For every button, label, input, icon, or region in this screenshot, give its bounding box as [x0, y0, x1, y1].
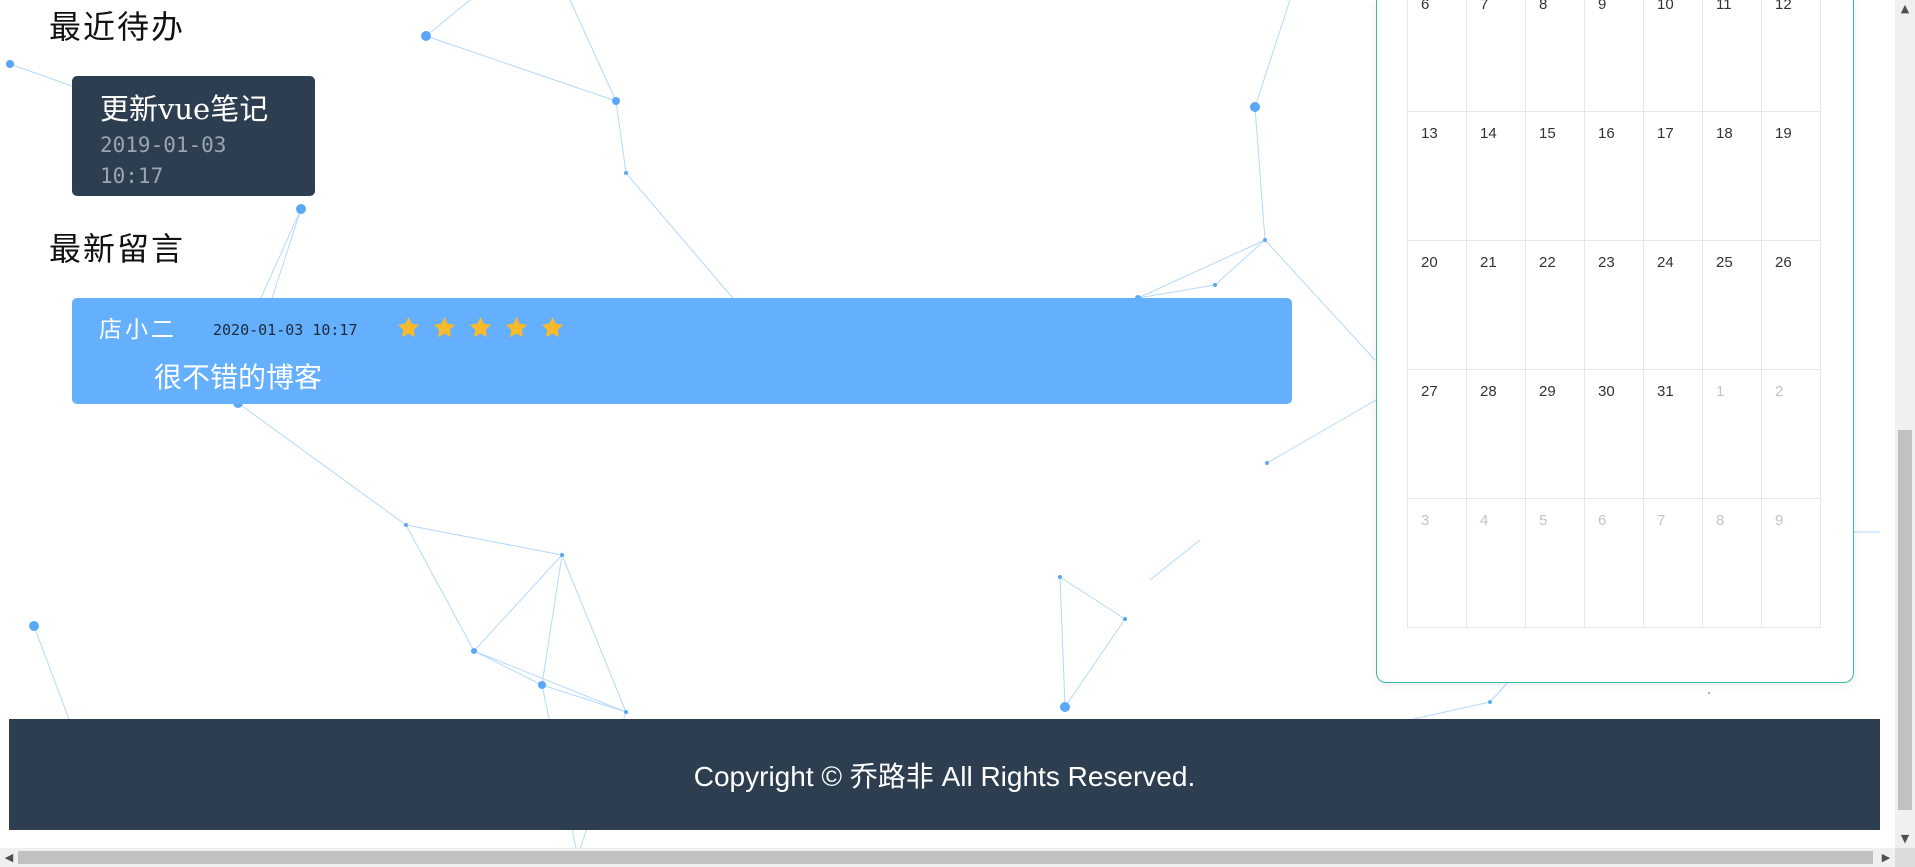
- calendar-day-number: 4: [1480, 512, 1489, 529]
- scroll-right-arrow-icon[interactable]: ▶: [1877, 848, 1895, 867]
- todo-time: 10:17: [100, 164, 164, 188]
- calendar-day-number: 13: [1421, 125, 1438, 142]
- calendar-day-number: 16: [1598, 125, 1615, 142]
- calendar-day-number: 1: [1716, 383, 1725, 400]
- calendar-day-cell[interactable]: 30: [1585, 370, 1644, 499]
- calendar-day-cell[interactable]: 31: [1644, 370, 1703, 499]
- message-content: 很不错的博客: [154, 362, 323, 393]
- calendar-day-cell[interactable]: 7: [1644, 499, 1703, 628]
- star-icon[interactable]: [540, 315, 565, 340]
- star-icon[interactable]: [504, 315, 529, 340]
- calendar-day-cell[interactable]: 18: [1703, 112, 1762, 241]
- calendar-day-number: 8: [1539, 0, 1548, 13]
- calendar-day-number: 30: [1598, 383, 1615, 400]
- calendar-day-cell[interactable]: 6: [1408, 0, 1467, 112]
- calendar-day-number: 17: [1657, 125, 1674, 142]
- scroll-down-arrow-icon[interactable]: ▼: [1895, 830, 1915, 848]
- calendar-day-cell[interactable]: 7: [1467, 0, 1526, 112]
- calendar-day-number: 21: [1480, 254, 1497, 271]
- horizontal-scroll-thumb[interactable]: [18, 851, 1873, 864]
- calendar-day-cell[interactable]: 26: [1762, 241, 1821, 370]
- calendar-day-number: 22: [1539, 254, 1556, 271]
- copyright-text: Copyright © 乔路非 All Rights Reserved.: [693, 760, 1196, 792]
- calendar-day-cell[interactable]: 3: [1408, 499, 1467, 628]
- calendar-day-cell[interactable]: 22: [1526, 241, 1585, 370]
- footer: Copyright © 乔路非 All Rights Reserved.: [9, 719, 1880, 830]
- calendar-day-cell[interactable]: 15: [1526, 112, 1585, 241]
- calendar-day-cell[interactable]: 4: [1467, 499, 1526, 628]
- calendar-day-cell[interactable]: 29: [1526, 370, 1585, 499]
- calendar-day-number: 9: [1598, 0, 1607, 13]
- calendar-day-cell[interactable]: 24: [1644, 241, 1703, 370]
- calendar-day-number: 2: [1775, 383, 1784, 400]
- calendar-day-number: 12: [1775, 0, 1792, 13]
- calendar-day-number: 5: [1539, 512, 1548, 529]
- message-timestamp: 2020-01-03 10:17: [213, 321, 358, 339]
- calendar-day-number: 23: [1598, 254, 1615, 271]
- calendar-grid: 6 7 8 9 10 11 12 13 14 15 16 17 18 19 20 21 22 23 24 25 26 27…: [1407, 0, 1821, 628]
- calendar-day-cell[interactable]: 12: [1762, 0, 1821, 112]
- star-icon[interactable]: [468, 315, 493, 340]
- calendar-day-number: 15: [1539, 125, 1556, 142]
- calendar-day-cell[interactable]: 11: [1703, 0, 1762, 112]
- scrollbar-corner: [1895, 848, 1915, 867]
- todo-title: 更新vue笔记: [100, 92, 269, 126]
- calendar-day-cell[interactable]: 23: [1585, 241, 1644, 370]
- calendar-day-number: 8: [1716, 512, 1725, 529]
- calendar-day-cell[interactable]: 28: [1467, 370, 1526, 499]
- calendar-day-number: 18: [1716, 125, 1733, 142]
- calendar-day-cell[interactable]: 1: [1703, 370, 1762, 499]
- calendar-day-number: 7: [1657, 512, 1666, 529]
- calendar-day-cell[interactable]: 5: [1526, 499, 1585, 628]
- calendar-day-cell[interactable]: 20: [1408, 241, 1467, 370]
- calendar-day-cell[interactable]: 17: [1644, 112, 1703, 241]
- todo-date: 2019-01-03: [100, 133, 227, 157]
- calendar-day-cell[interactable]: 25: [1703, 241, 1762, 370]
- scroll-up-arrow-icon[interactable]: ▲: [1895, 0, 1915, 18]
- calendar-day-cell[interactable]: 19: [1762, 112, 1821, 241]
- star-icon[interactable]: [432, 315, 457, 340]
- calendar-day-cell[interactable]: 2: [1762, 370, 1821, 499]
- vertical-scroll-thumb[interactable]: [1898, 430, 1912, 810]
- calendar-day-cell[interactable]: 10: [1644, 0, 1703, 112]
- calendar-day-number: 20: [1421, 254, 1438, 271]
- star-icon[interactable]: [396, 315, 421, 340]
- calendar-day-number: 27: [1421, 383, 1438, 400]
- rating-stars: [396, 315, 565, 340]
- calendar-day-number: 25: [1716, 254, 1733, 271]
- message-author: 店小二: [99, 317, 177, 343]
- todo-section-title: 最近待办: [49, 8, 186, 46]
- calendar-day-cell[interactable]: 8: [1703, 499, 1762, 628]
- calendar-day-cell[interactable]: 27: [1408, 370, 1467, 499]
- calendar-day-cell[interactable]: 16: [1585, 112, 1644, 241]
- calendar-day-number: 31: [1657, 383, 1674, 400]
- todo-card[interactable]: 更新vue笔记 2019-01-03 10:17: [72, 76, 315, 196]
- calendar-day-cell[interactable]: 6: [1585, 499, 1644, 628]
- message-section-title: 最新留言: [49, 230, 186, 268]
- calendar-day-cell[interactable]: 14: [1467, 112, 1526, 241]
- vertical-scrollbar[interactable]: ▲ ▼: [1895, 0, 1915, 848]
- calendar-day-number: 10: [1657, 0, 1674, 13]
- scroll-left-arrow-icon[interactable]: ◀: [0, 848, 18, 867]
- calendar-day-number: 6: [1598, 512, 1607, 529]
- calendar-day-cell[interactable]: 13: [1408, 112, 1467, 241]
- calendar-day-number: 26: [1775, 254, 1792, 271]
- horizontal-scrollbar[interactable]: ◀ ▶: [0, 848, 1895, 867]
- calendar-day-number: 9: [1775, 512, 1784, 529]
- calendar-day-cell[interactable]: 21: [1467, 241, 1526, 370]
- calendar-day-number: 6: [1421, 0, 1430, 13]
- calendar-day-cell[interactable]: 8: [1526, 0, 1585, 112]
- calendar-day-number: 11: [1716, 0, 1732, 13]
- calendar-day-number: 7: [1480, 0, 1489, 13]
- calendar-day-cell[interactable]: 9: [1762, 499, 1821, 628]
- calendar-day-cell[interactable]: 9: [1585, 0, 1644, 112]
- message-card[interactable]: 店小二 2020-01-03 10:17 很不错的博客: [72, 298, 1292, 404]
- calendar-day-number: 29: [1539, 383, 1556, 400]
- calendar-day-number: 14: [1480, 125, 1497, 142]
- calendar-day-number: 24: [1657, 254, 1674, 271]
- calendar-day-number: 28: [1480, 383, 1497, 400]
- calendar-day-number: 19: [1775, 125, 1792, 142]
- calendar-panel: 6 7 8 9 10 11 12 13 14 15 16 17 18 19 20 21 22 23 24 25 26 27…: [1376, 0, 1854, 683]
- calendar-day-number: 3: [1421, 512, 1430, 529]
